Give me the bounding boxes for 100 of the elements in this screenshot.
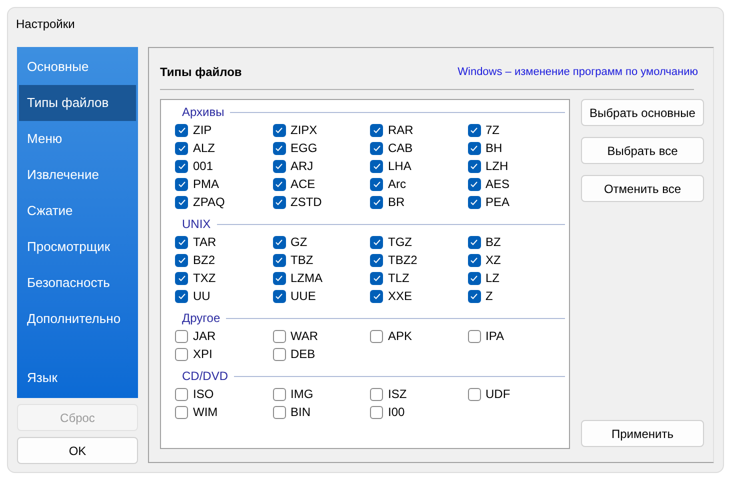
checkbox[interactable] bbox=[468, 388, 480, 400]
checkbox[interactable] bbox=[370, 142, 383, 154]
checkbox[interactable] bbox=[370, 196, 383, 208]
checkbox[interactable] bbox=[468, 330, 480, 342]
file-type-checkbox[interactable]: ZIP bbox=[175, 121, 271, 139]
file-type-checkbox[interactable]: BH bbox=[468, 139, 564, 157]
checkbox[interactable] bbox=[468, 236, 480, 248]
checkbox[interactable] bbox=[175, 348, 188, 360]
checkbox[interactable] bbox=[370, 178, 383, 190]
file-type-checkbox[interactable]: I00 bbox=[370, 403, 466, 421]
checkbox[interactable] bbox=[175, 330, 188, 342]
file-type-checkbox[interactable]: TAR bbox=[175, 233, 271, 251]
checkbox[interactable] bbox=[272, 272, 286, 284]
checkbox[interactable] bbox=[175, 388, 188, 400]
checkbox[interactable] bbox=[175, 290, 188, 302]
file-type-checkbox[interactable]: RAR bbox=[370, 121, 466, 139]
checkbox[interactable] bbox=[370, 160, 383, 172]
file-type-checkbox[interactable]: ALZ bbox=[175, 139, 271, 157]
file-type-checkbox[interactable]: WAR bbox=[272, 327, 368, 345]
file-type-checkbox[interactable]: LZ bbox=[468, 269, 564, 287]
checkbox[interactable] bbox=[370, 406, 383, 418]
checkbox[interactable] bbox=[175, 272, 188, 284]
checkbox[interactable] bbox=[272, 160, 286, 172]
file-type-checkbox[interactable]: EGG bbox=[272, 139, 368, 157]
file-type-checkbox[interactable]: XPI bbox=[175, 345, 271, 363]
file-type-checkbox[interactable]: TLZ bbox=[370, 269, 466, 287]
file-type-checkbox[interactable]: TBZ bbox=[272, 251, 368, 269]
file-type-checkbox[interactable]: DEB bbox=[272, 345, 368, 363]
file-type-checkbox[interactable]: BIN bbox=[272, 403, 368, 421]
file-type-checkbox[interactable]: WIM bbox=[175, 403, 271, 421]
file-type-checkbox[interactable]: ZPAQ bbox=[175, 193, 271, 211]
checkbox[interactable] bbox=[175, 142, 188, 154]
file-type-checkbox[interactable]: TXZ bbox=[175, 269, 271, 287]
file-type-checkbox[interactable]: XXE bbox=[370, 287, 466, 305]
file-type-checkbox[interactable]: ARJ bbox=[272, 157, 368, 175]
checkbox[interactable] bbox=[175, 178, 188, 190]
file-type-checkbox[interactable]: UDF bbox=[468, 385, 564, 403]
file-type-checkbox[interactable]: APK bbox=[370, 327, 466, 345]
file-type-checkbox[interactable]: BZ bbox=[468, 233, 564, 251]
checkbox[interactable] bbox=[272, 124, 286, 136]
checkbox[interactable] bbox=[468, 178, 480, 190]
file-type-checkbox[interactable]: Z bbox=[468, 287, 564, 305]
file-type-checkbox[interactable]: LZH bbox=[468, 157, 564, 175]
checkbox[interactable] bbox=[370, 272, 383, 284]
checkbox[interactable] bbox=[468, 124, 480, 136]
file-type-checkbox[interactable]: IPA bbox=[468, 327, 564, 345]
selection-button[interactable]: Выбрать все bbox=[581, 137, 704, 164]
checkbox[interactable] bbox=[272, 178, 286, 190]
checkbox[interactable] bbox=[468, 196, 480, 208]
file-type-checkbox[interactable]: 7Z bbox=[468, 121, 564, 139]
selection-button[interactable]: Отменить все bbox=[581, 175, 704, 202]
checkbox[interactable] bbox=[370, 236, 383, 248]
file-type-checkbox[interactable]: IMG bbox=[272, 385, 368, 403]
sidebar-item[interactable]: Меню bbox=[19, 121, 136, 157]
apply-button[interactable]: Применить bbox=[581, 420, 704, 447]
file-type-checkbox[interactable]: 001 bbox=[175, 157, 271, 175]
file-type-checkbox[interactable]: XZ bbox=[468, 251, 564, 269]
file-type-checkbox[interactable]: PMA bbox=[175, 175, 271, 193]
checkbox[interactable] bbox=[272, 236, 286, 248]
sidebar-item[interactable]: Безопасность bbox=[19, 265, 136, 301]
file-type-checkbox[interactable]: AES bbox=[468, 175, 564, 193]
file-type-checkbox[interactable]: ZIPX bbox=[272, 121, 368, 139]
ok-button[interactable]: OK bbox=[17, 437, 138, 464]
file-type-checkbox[interactable]: ISO bbox=[175, 385, 271, 403]
file-type-checkbox[interactable]: ACE bbox=[272, 175, 368, 193]
checkbox[interactable] bbox=[370, 330, 383, 342]
sidebar-item[interactable]: Дополнительно bbox=[19, 301, 136, 337]
file-type-checkbox[interactable]: Arc bbox=[370, 175, 466, 193]
sidebar-item[interactable]: Типы файлов bbox=[19, 85, 136, 121]
checkbox[interactable] bbox=[175, 406, 188, 418]
checkbox[interactable] bbox=[370, 124, 383, 136]
checkbox[interactable] bbox=[175, 124, 188, 136]
checkbox[interactable] bbox=[272, 388, 286, 400]
checkbox[interactable] bbox=[468, 142, 480, 154]
checkbox[interactable] bbox=[370, 290, 383, 302]
checkbox[interactable] bbox=[468, 290, 480, 302]
checkbox[interactable] bbox=[272, 330, 286, 342]
checkbox[interactable] bbox=[175, 196, 188, 208]
checkbox[interactable] bbox=[175, 160, 188, 172]
checkbox[interactable] bbox=[468, 160, 480, 172]
file-type-checkbox[interactable]: PEA bbox=[468, 193, 564, 211]
file-type-checkbox[interactable]: ISZ bbox=[370, 385, 466, 403]
file-type-checkbox[interactable]: BR bbox=[370, 193, 466, 211]
sidebar-item[interactable]: Извлечение bbox=[19, 157, 136, 193]
file-type-checkbox[interactable]: TBZ2 bbox=[370, 251, 466, 269]
checkbox[interactable] bbox=[272, 348, 286, 360]
checkbox[interactable] bbox=[272, 142, 286, 154]
file-type-checkbox[interactable]: UU bbox=[175, 287, 271, 305]
file-type-checkbox[interactable]: JAR bbox=[175, 327, 271, 345]
checkbox[interactable] bbox=[175, 236, 188, 248]
default-programs-link[interactable]: Windows – изменение программ по умолчанию bbox=[458, 64, 698, 80]
file-type-checkbox[interactable]: BZ2 bbox=[175, 251, 271, 269]
file-type-checkbox[interactable]: GZ bbox=[272, 233, 368, 251]
file-type-checkbox[interactable]: CAB bbox=[370, 139, 466, 157]
sidebar-item[interactable]: Сжатие bbox=[19, 193, 136, 229]
checkbox[interactable] bbox=[370, 254, 383, 266]
sidebar-item[interactable]: Язык bbox=[19, 360, 136, 396]
sidebar-item[interactable]: Просмотрщик bbox=[19, 229, 136, 265]
file-type-checkbox[interactable]: UUE bbox=[272, 287, 368, 305]
file-type-checkbox[interactable]: LHA bbox=[370, 157, 466, 175]
